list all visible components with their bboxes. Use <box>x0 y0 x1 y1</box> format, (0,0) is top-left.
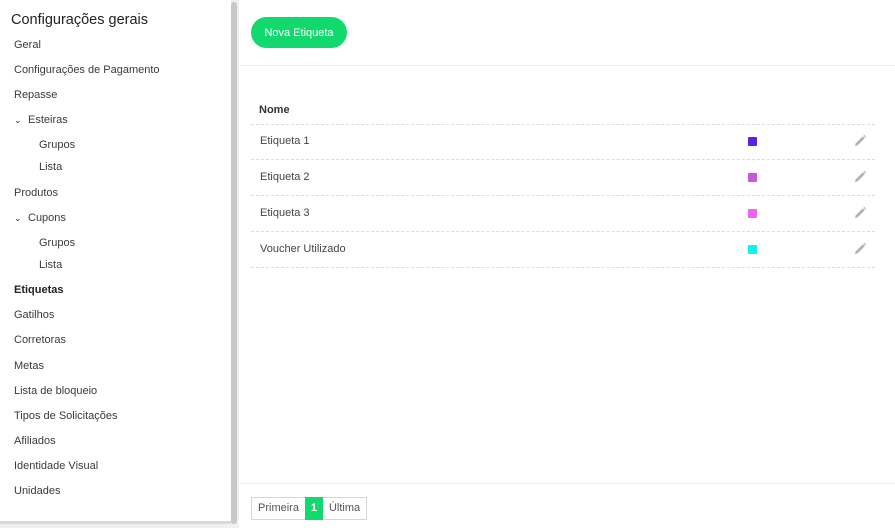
table-row: Voucher Utilizado <box>251 232 875 268</box>
pencil-icon[interactable] <box>853 134 867 148</box>
main-panel: Nova Etiqueta Nome Etiqueta 1 Etiqueta 2… <box>239 0 895 528</box>
color-swatch <box>748 137 757 146</box>
sidebar-item-label: Cupons <box>28 212 66 224</box>
new-tag-button[interactable]: Nova Etiqueta <box>251 17 347 48</box>
sidebar-item-esteiras-grupos[interactable]: Grupos <box>39 136 75 154</box>
sidebar-item-geral[interactable]: Geral <box>14 36 41 54</box>
sidebar-scrollbar[interactable] <box>231 2 237 524</box>
sidebar-title: Configurações gerais <box>11 12 149 28</box>
sidebar-item-unidades[interactable]: Unidades <box>14 482 60 500</box>
pagination-last-button[interactable]: Última <box>322 497 368 520</box>
tag-name: Etiqueta 2 <box>260 171 310 183</box>
sidebar-item-produtos[interactable]: Produtos <box>14 184 58 202</box>
sidebar-item-cupons-grupos[interactable]: Grupos <box>39 234 75 252</box>
tag-name: Etiqueta 1 <box>260 135 310 147</box>
table-row: Etiqueta 3 <box>251 196 875 232</box>
color-swatch <box>748 209 757 218</box>
column-header-name: Nome <box>259 104 290 116</box>
pagination: Primeira 1 Última <box>251 497 368 520</box>
chevron-down-icon: ⌄ <box>14 213 22 223</box>
table-footer: Primeira 1 Última <box>239 483 895 528</box>
sidebar-item-lista-bloqueio[interactable]: Lista de bloqueio <box>14 382 97 400</box>
color-swatch <box>748 173 757 182</box>
sidebar-item-etiquetas[interactable]: Etiquetas <box>14 281 64 299</box>
pencil-icon[interactable] <box>853 242 867 256</box>
sidebar-item-gatilhos[interactable]: Gatilhos <box>14 306 54 324</box>
sidebar-item-metas[interactable]: Metas <box>14 357 44 375</box>
sidebar: Configurações gerais Geral Configurações… <box>0 0 231 524</box>
sidebar-item-esteiras-lista[interactable]: Lista <box>39 158 62 176</box>
pagination-first-button[interactable]: Primeira <box>251 497 305 520</box>
sidebar-item-cupons-lista[interactable]: Lista <box>39 256 62 274</box>
sidebar-item-cupons[interactable]: ⌄ Cupons <box>14 209 66 227</box>
sidebar-item-label: Esteiras <box>28 114 68 126</box>
sidebar-item-corretoras[interactable]: Corretoras <box>14 331 66 349</box>
tag-name: Etiqueta 3 <box>260 207 310 219</box>
toolbar: Nova Etiqueta <box>239 0 895 66</box>
sidebar-item-repasse[interactable]: Repasse <box>14 86 57 104</box>
tag-name: Voucher Utilizado <box>260 243 346 255</box>
sidebar-item-pagamento[interactable]: Configurações de Pagamento <box>14 61 160 79</box>
pencil-icon[interactable] <box>853 206 867 220</box>
sidebar-item-tipos-solicitacoes[interactable]: Tipos de Solicitações <box>14 407 118 425</box>
pencil-icon[interactable] <box>853 170 867 184</box>
pagination-current-page[interactable]: 1 <box>304 497 323 520</box>
chevron-down-icon: ⌄ <box>14 115 22 125</box>
table-row: Etiqueta 2 <box>251 160 875 196</box>
table-row: Etiqueta 1 <box>251 124 875 160</box>
sidebar-item-esteiras[interactable]: ⌄ Esteiras <box>14 111 68 129</box>
sidebar-item-afiliados[interactable]: Afiliados <box>14 432 56 450</box>
color-swatch <box>748 245 757 254</box>
sidebar-item-identidade-visual[interactable]: Identidade Visual <box>14 457 98 475</box>
